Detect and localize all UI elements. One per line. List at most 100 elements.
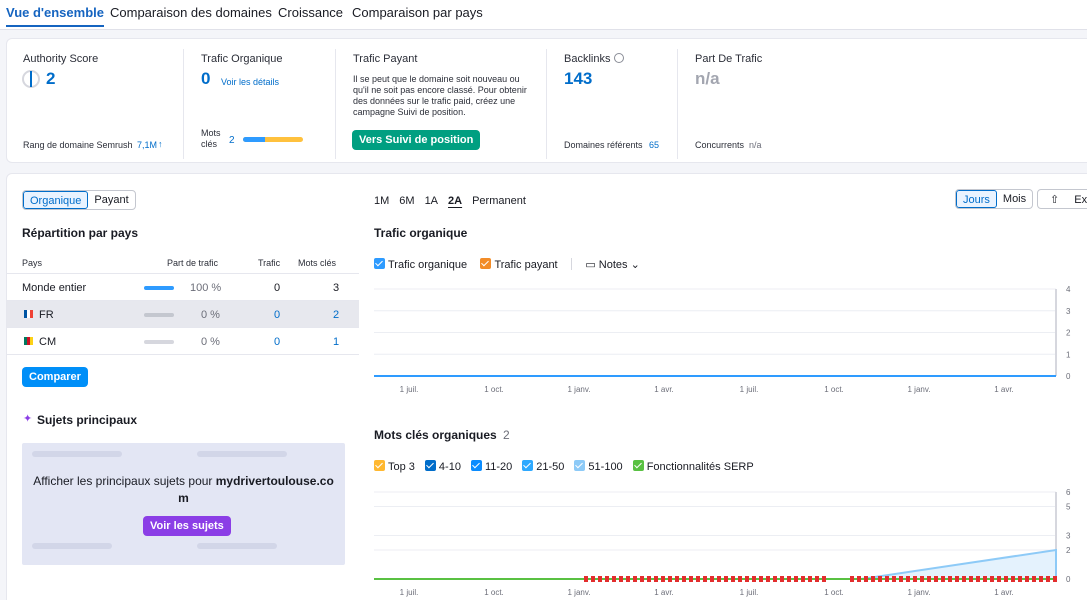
traffic-share-value: n/a xyxy=(695,69,720,88)
legend-item[interactable]: 51-100 xyxy=(574,460,623,473)
period-2a[interactable]: 2A xyxy=(448,195,462,207)
export-label: ⇧ Expor xyxy=(1038,190,1087,208)
serp-feature-marker xyxy=(766,576,770,582)
serp-feature-marker xyxy=(710,576,714,582)
serp-feature-marker xyxy=(906,576,910,582)
serp-feature-marker xyxy=(948,576,952,582)
organic-paid-toggle: Organique Payant xyxy=(22,190,136,210)
paid-traffic-message: Il se peut que le domaine soit nouveau o… xyxy=(353,74,527,117)
traffic-value[interactable]: 0 xyxy=(274,309,280,321)
serp-feature-marker xyxy=(927,576,931,582)
organic-traffic-chart-title: Trafic organique xyxy=(374,226,468,240)
period-1a[interactable]: 1A xyxy=(425,195,438,207)
see-details-link[interactable]: Voir les détails xyxy=(221,77,279,87)
legend-label: Trafic organique xyxy=(388,259,468,271)
summary-card: Authority Score 2 Rang de domaine Semrus… xyxy=(6,38,1087,163)
referring-domains-value[interactable]: 65 xyxy=(649,140,659,150)
legend-label: Top 3 xyxy=(388,461,415,473)
serp-feature-marker xyxy=(738,576,742,582)
serp-feature-marker xyxy=(1039,576,1043,582)
table-row[interactable]: CM 0 % 0 1 xyxy=(7,327,359,354)
period-6m[interactable]: 6M xyxy=(399,195,414,207)
organic-keywords-heading: Mots clés organiques 2 xyxy=(374,428,510,442)
export-button[interactable]: ⇧ Expor xyxy=(1037,189,1087,209)
traffic-value[interactable]: 0 xyxy=(274,336,280,348)
legend-item[interactable]: 11-20 xyxy=(470,460,513,473)
compare-button[interactable]: Comparer xyxy=(22,367,88,387)
serp-feature-marker xyxy=(1025,576,1029,582)
country-name: Monde entier xyxy=(22,282,87,294)
competitors-value: n/a xyxy=(749,140,762,150)
tab-country-comparison[interactable]: Comparaison par pays xyxy=(352,5,483,20)
organic-keywords-chart: 0 2 3 5 6 1 juil. 1 oct. 1 janv. 1 avr. 1 juil. 1 … xyxy=(374,488,1071,597)
view-topics-button[interactable]: Voir les sujets xyxy=(143,516,231,536)
authority-score-value: 2 xyxy=(46,69,56,88)
serp-feature-marker xyxy=(850,576,854,582)
x-tick-label: 1 janv. xyxy=(908,588,931,597)
organic-toggle[interactable]: Organique xyxy=(23,191,89,209)
serp-feature-marker xyxy=(626,576,630,582)
serp-feature-marker xyxy=(647,576,651,582)
legend-item[interactable]: Fonctionnalités SERP xyxy=(632,460,754,473)
y-tick-label: 3 xyxy=(1066,532,1071,541)
x-tick-label: 1 oct. xyxy=(824,385,844,394)
col-traffic-share: Part de trafic xyxy=(167,258,219,268)
table-row[interactable]: Monde entier 100 % 0 3 xyxy=(7,273,359,300)
keywords-distribution-bar xyxy=(243,137,303,142)
blurred-placeholder xyxy=(197,451,287,457)
serp-feature-marker xyxy=(913,576,917,582)
main-topics-title: Sujets principaux xyxy=(37,413,138,427)
serp-feature-marker xyxy=(878,576,882,582)
legend-label: 11-20 xyxy=(484,461,513,473)
topics-preview-box: Afficher les principaux sujets pour mydr… xyxy=(22,443,345,565)
serp-feature-marker xyxy=(997,576,1001,582)
serp-feature-marker xyxy=(598,576,602,582)
serp-feature-marker xyxy=(1032,576,1036,582)
period-permanent[interactable]: Permanent xyxy=(472,195,526,207)
position-tracking-button[interactable]: Vers Suivi de position xyxy=(352,130,481,150)
authority-score-label: Authority Score xyxy=(23,53,99,65)
period-1m[interactable]: 1M xyxy=(374,195,389,207)
organic-traffic-label: Trafic Organique xyxy=(201,53,283,65)
y-tick-label: 0 xyxy=(1066,575,1071,584)
blurred-placeholder xyxy=(197,543,277,549)
country-name: CM xyxy=(39,336,57,348)
share-value: 0 % xyxy=(201,309,220,321)
serp-feature-marker xyxy=(864,576,868,582)
days-toggle[interactable]: Jours xyxy=(956,190,997,208)
legend-paid-traffic[interactable]: Trafic payant xyxy=(480,258,558,271)
checkbox-icon xyxy=(470,460,482,471)
sparkle-icon: ✦ xyxy=(23,413,33,425)
serp-feature-marker xyxy=(591,576,595,582)
backlinks-value: 143 xyxy=(564,69,593,88)
serp-feature-marker xyxy=(808,576,812,582)
months-toggle[interactable]: Mois xyxy=(997,190,1032,208)
serp-feature-marker xyxy=(976,576,980,582)
legend-item[interactable]: 21-50 xyxy=(522,460,564,473)
country-distribution-title: Répartition par pays xyxy=(22,226,139,240)
legend-item[interactable]: 4-10 xyxy=(424,460,461,473)
legend-divider xyxy=(570,258,572,270)
x-tick-label: 1 janv. xyxy=(568,588,591,597)
backlinks-info-icon[interactable] xyxy=(614,53,624,63)
x-tick-label: 1 janv. xyxy=(568,385,591,394)
legend-organic-traffic[interactable]: Trafic organique xyxy=(374,258,468,271)
serp-feature-marker xyxy=(745,576,749,582)
keywords-label: Mots clés xyxy=(201,128,221,149)
col-traffic: Trafic xyxy=(258,258,281,268)
keywords-value[interactable]: 1 xyxy=(333,336,339,348)
divider xyxy=(335,49,336,159)
paid-toggle[interactable]: Payant xyxy=(88,191,134,209)
legend-item[interactable]: Top 3 xyxy=(374,460,415,473)
tab-growth[interactable]: Croissance xyxy=(278,5,343,20)
keywords-value[interactable]: 2 xyxy=(333,309,339,321)
table-row[interactable]: FR 0 % 0 2 xyxy=(7,300,359,327)
semrush-rank-value[interactable]: 7,1M xyxy=(137,140,157,150)
tab-overview[interactable]: Vue d'ensemble xyxy=(6,5,104,27)
serp-feature-marker xyxy=(731,576,735,582)
x-tick-label: 1 avr. xyxy=(654,385,674,394)
legend-label: Trafic payant xyxy=(494,259,558,271)
tab-domain-comparison[interactable]: Comparaison des domaines xyxy=(110,5,272,20)
keywords-count[interactable]: 2 xyxy=(229,135,235,146)
notes-dropdown[interactable]: ▭ Notes ⌄ xyxy=(585,259,640,271)
